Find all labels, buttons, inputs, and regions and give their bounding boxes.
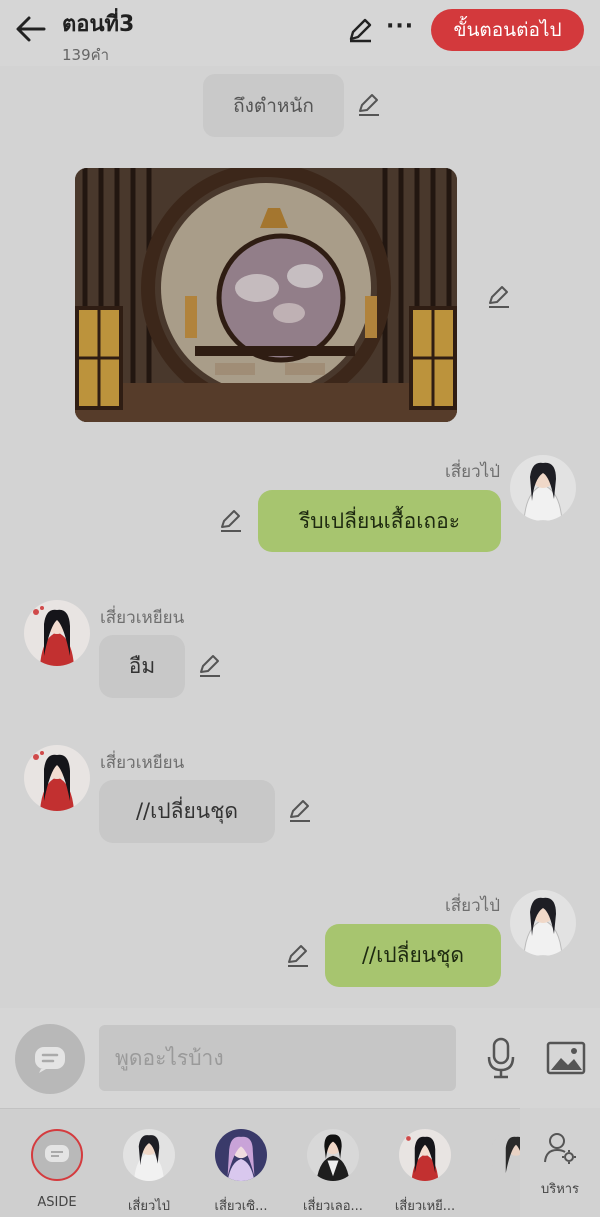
back-arrow-icon[interactable]	[14, 14, 48, 44]
avatar	[399, 1129, 451, 1181]
edit-pencil-icon[interactable]	[197, 653, 223, 679]
character-aside[interactable]: ASIDE	[12, 1129, 102, 1210]
character-label: เสี่ยวไป่	[127, 1199, 171, 1214]
character-xiaoyan[interactable]: เสี่ยวเหยี...	[380, 1129, 470, 1216]
avatar	[123, 1129, 175, 1181]
character-xiaobai[interactable]: เสี่ยวไป่	[104, 1129, 194, 1216]
chapter-title-block: ตอนที่3 139คำ	[62, 6, 134, 67]
character-label: เสี่ยวเลอ...	[303, 1199, 363, 1214]
character-label: เสี่ยวเซิ...	[214, 1199, 268, 1214]
speaker-name: เสี่ยวไป่	[444, 896, 500, 916]
speaker-name: เสี่ยวไป่	[444, 462, 500, 482]
narration-bubble[interactable]: ถึงตำหนัก	[203, 74, 344, 137]
edit-pencil-icon[interactable]	[287, 798, 313, 824]
avatar-xiaoyan[interactable]	[24, 600, 90, 666]
character-partial[interactable]	[472, 1129, 520, 1181]
message-bubble-right[interactable]: //เปลี่ยนชุด	[325, 924, 501, 987]
image-upload-icon[interactable]	[546, 1040, 586, 1076]
chat-bubble-icon	[35, 1047, 65, 1073]
word-count: 139คำ	[62, 46, 110, 64]
user-settings-icon	[520, 1130, 600, 1170]
edit-pencil-icon[interactable]	[285, 943, 311, 969]
speaker-name: เสี่ยวเหยียน	[100, 753, 185, 773]
avatar	[490, 1129, 520, 1181]
character-label: เสี่ยวเหยี...	[394, 1199, 456, 1214]
edit-title-icon[interactable]	[346, 16, 374, 44]
edit-pencil-icon[interactable]	[356, 92, 382, 118]
aside-icon	[31, 1129, 83, 1181]
top-bar: ตอนที่3 139คำ ··· ขั้นตอนต่อไป	[0, 0, 600, 66]
message-bubble-left[interactable]: อืม	[99, 635, 185, 698]
character-xiaoshe[interactable]: เสี่ยวเซิ...	[196, 1129, 286, 1216]
message-bubble-right[interactable]: รีบเปลี่ยนเสื้อเถอะ	[258, 490, 501, 552]
manage-label: บริหาร	[540, 1182, 580, 1197]
more-options-icon[interactable]: ···	[386, 16, 416, 44]
avatar-xiaobai[interactable]	[510, 890, 576, 956]
character-xiaole[interactable]: เสี่ยวเลอ...	[288, 1129, 378, 1216]
input-bar	[0, 1008, 600, 1108]
next-step-button[interactable]: ขั้นตอนต่อไป	[431, 9, 584, 51]
scene-image[interactable]	[75, 168, 457, 422]
chapter-title: ตอนที่3	[62, 12, 135, 37]
character-label: ASIDE	[37, 1195, 77, 1210]
avatar-xiaoyan[interactable]	[24, 745, 90, 811]
avatar-xiaobai[interactable]	[510, 455, 576, 521]
character-bar: ASIDE เสี่ยวไป่ เสี่ยวเซิ... เสี่ยวเลอ..…	[0, 1108, 600, 1217]
aside-toggle-button[interactable]	[15, 1024, 85, 1094]
manage-button[interactable]: บริหาร	[520, 1108, 600, 1217]
edit-pencil-icon[interactable]	[486, 284, 512, 310]
avatar	[307, 1129, 359, 1181]
edit-pencil-icon[interactable]	[218, 508, 244, 534]
avatar	[215, 1129, 267, 1181]
speaker-name: เสี่ยวเหยียน	[100, 608, 185, 628]
microphone-icon[interactable]	[484, 1036, 518, 1080]
chat-area[interactable]: ถึงตำหนัก เสี่ยวไป่ รีบเปลี่ยนเสื้อเถอะ …	[0, 66, 600, 1008]
message-bubble-left[interactable]: //เปลี่ยนชุด	[99, 780, 275, 843]
message-input[interactable]	[99, 1025, 456, 1091]
